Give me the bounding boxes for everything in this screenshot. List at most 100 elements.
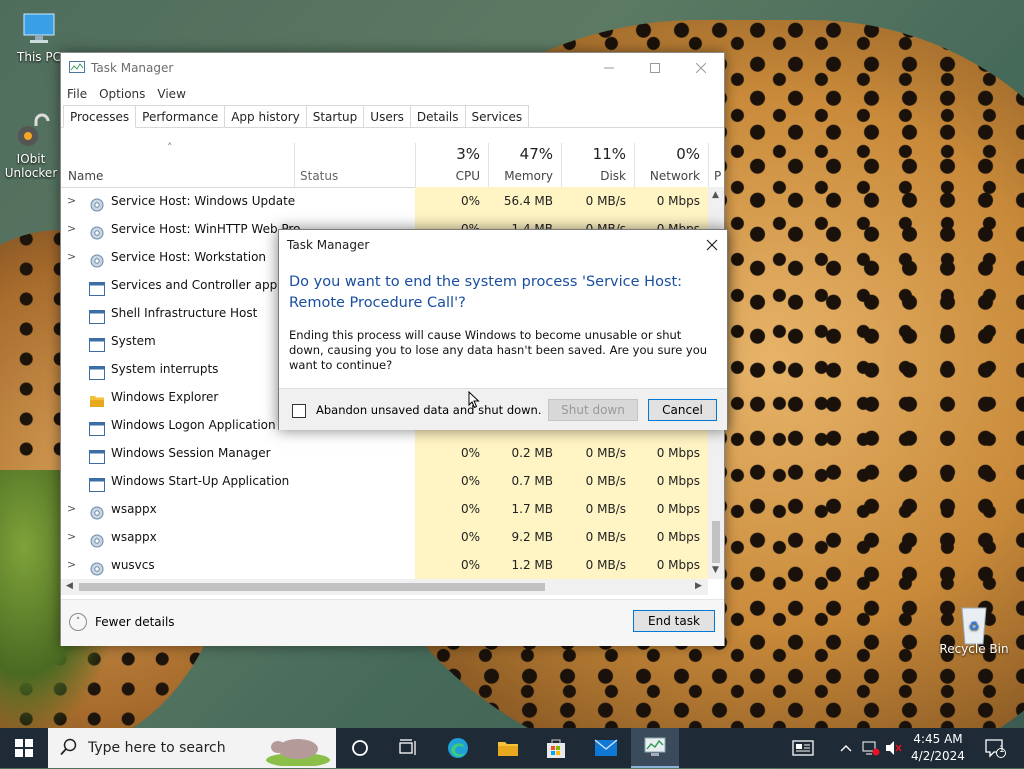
- network-disconnected-icon: [862, 741, 880, 756]
- expand-chevron-icon[interactable]: >: [67, 551, 79, 579]
- expand-chevron-icon[interactable]: [67, 355, 79, 383]
- cortana-circle-icon: [352, 740, 368, 756]
- table-row[interactable]: > wusvcs 0% 1.2 MB 0 MB/s 0 Mbps: [61, 551, 708, 579]
- expand-chevron-icon[interactable]: [67, 383, 79, 411]
- table-row[interactable]: > Service Host: Windows Update 0% 56.4 MB 0 …: [61, 187, 708, 215]
- expand-chevron-icon[interactable]: [67, 439, 79, 467]
- gear-icon: [89, 502, 105, 520]
- maximize-button[interactable]: [632, 53, 678, 83]
- column-disk[interactable]: 11% Disk: [561, 143, 635, 187]
- table-row[interactable]: Windows Start-Up Application 0% 0.7 MB 0 MB…: [61, 467, 708, 495]
- process-cpu: 0%: [415, 439, 488, 467]
- menu-options[interactable]: Options: [99, 87, 145, 101]
- task-manager-taskbar-button[interactable]: [631, 728, 679, 768]
- expand-chevron-icon[interactable]: [67, 271, 79, 299]
- scroll-up-arrow-icon[interactable]: ▲: [712, 190, 719, 200]
- scroll-down-arrow-icon[interactable]: ▼: [712, 565, 719, 575]
- process-memory: 56.4 MB: [488, 187, 561, 215]
- desktop-icon-recycle-bin[interactable]: ♻ Recycle Bin: [938, 602, 1010, 656]
- volume-button[interactable]: [884, 728, 904, 768]
- abandon-data-checkbox-label[interactable]: Abandon unsaved data and shut down.: [316, 403, 542, 417]
- search-icon: [60, 738, 78, 759]
- window-icon: [89, 362, 105, 380]
- process-memory: 1.7 MB: [488, 495, 561, 523]
- memory-percent: 47%: [519, 145, 553, 163]
- scroll-left-arrow-icon[interactable]: ◀: [66, 581, 73, 591]
- expand-chevron-icon[interactable]: >: [67, 495, 79, 523]
- process-network: 0 Mbps: [634, 551, 708, 579]
- volume-muted-icon: [886, 741, 902, 755]
- table-row[interactable]: Windows Session Manager 0% 0.2 MB 0 MB/s 0 M…: [61, 439, 708, 467]
- store-button[interactable]: [532, 728, 580, 768]
- abandon-data-checkbox[interactable]: [292, 404, 306, 418]
- expand-chevron-icon[interactable]: >: [67, 523, 79, 551]
- column-status[interactable]: Status: [294, 143, 416, 187]
- close-button[interactable]: [678, 53, 724, 83]
- cortana-button[interactable]: [336, 728, 384, 768]
- tab-services[interactable]: Services: [464, 105, 530, 127]
- end-task-button[interactable]: End task: [633, 610, 715, 632]
- window-icon: [89, 418, 105, 436]
- vertical-scroll-thumb[interactable]: [712, 521, 720, 563]
- cancel-button[interactable]: Cancel: [648, 399, 717, 421]
- title-bar[interactable]: Task Manager: [61, 53, 724, 83]
- process-name: System interrupts: [111, 362, 219, 376]
- taskbar-search-box[interactable]: Type here to search: [48, 728, 336, 768]
- clock-time: 4:45 AM: [913, 732, 963, 746]
- taskbar-clock[interactable]: 4:45 AM 4/2/2024: [904, 731, 972, 765]
- desktop-icon-iobit-unlocker[interactable]: IObit Unlocker: [0, 112, 62, 180]
- expand-chevron-icon[interactable]: [67, 327, 79, 355]
- edge-button[interactable]: [434, 728, 482, 768]
- action-center-button[interactable]: 1: [980, 728, 1010, 768]
- dialog-content-text: Ending this process will cause Windows t…: [289, 328, 708, 372]
- mail-button[interactable]: [582, 728, 630, 768]
- tab-performance[interactable]: Performance: [135, 105, 226, 127]
- table-row[interactable]: > wsappx 0% 9.2 MB 0 MB/s 0 Mbps: [61, 523, 708, 551]
- menu-view[interactable]: View: [157, 87, 185, 101]
- column-memory[interactable]: 47% Memory: [488, 143, 562, 187]
- fewer-details-button[interactable]: ˄ Fewer details: [69, 613, 175, 631]
- process-cpu: 0%: [415, 523, 488, 551]
- taskbar: Type here to search 4:45 AM 4/2/2024 1: [0, 728, 1024, 768]
- tab-app-history[interactable]: App history: [224, 105, 307, 127]
- network-status-button[interactable]: [860, 728, 882, 768]
- horizontal-scroll-thumb[interactable]: [79, 583, 545, 591]
- recycle-bin-icon: ♻: [955, 602, 993, 645]
- minimize-button[interactable]: [586, 53, 632, 83]
- tab-processes[interactable]: Processes: [63, 105, 137, 128]
- expand-chevron-icon[interactable]: [67, 411, 79, 439]
- scroll-right-arrow-icon[interactable]: ▶: [695, 581, 702, 591]
- tab-startup[interactable]: Startup: [305, 105, 365, 127]
- expand-chevron-icon[interactable]: [67, 299, 79, 327]
- column-name-label: Name: [68, 169, 104, 183]
- process-cpu: 0%: [415, 467, 488, 495]
- expand-chevron-icon[interactable]: [67, 467, 79, 495]
- expand-chevron-icon[interactable]: >: [67, 243, 79, 271]
- menu-file[interactable]: File: [67, 87, 87, 101]
- tab-users[interactable]: Users: [363, 105, 411, 127]
- column-power[interactable]: P: [708, 143, 724, 187]
- process-cpu: 0%: [415, 187, 488, 215]
- start-button[interactable]: [0, 728, 48, 768]
- notification-count: 1: [999, 745, 1005, 755]
- cpu-percent: 3%: [456, 145, 480, 163]
- process-name: Services and Controller app: [111, 278, 278, 292]
- tab-details[interactable]: Details: [409, 105, 466, 127]
- dialog-close-icon[interactable]: [703, 236, 721, 254]
- expand-chevron-icon[interactable]: >: [67, 215, 79, 243]
- news-widget-button[interactable]: [786, 728, 820, 768]
- expand-chevron-icon[interactable]: >: [67, 187, 79, 215]
- chevron-up-icon: ˄: [69, 613, 87, 631]
- show-hidden-icons-button[interactable]: [836, 728, 856, 768]
- task-view-button[interactable]: [384, 728, 432, 768]
- column-cpu[interactable]: 3% CPU: [415, 143, 489, 187]
- search-placeholder: Type here to search: [88, 740, 226, 756]
- column-name[interactable]: ˄ Name: [61, 141, 295, 187]
- file-explorer-button[interactable]: [484, 728, 532, 768]
- dialog-footer: Abandon unsaved data and shut down. Shut…: [279, 388, 727, 430]
- shut-down-button[interactable]: Shut down: [548, 399, 638, 421]
- table-row[interactable]: > wsappx 0% 1.7 MB 0 MB/s 0 Mbps: [61, 495, 708, 523]
- horizontal-scrollbar[interactable]: ◀ ▶: [61, 579, 708, 595]
- column-network[interactable]: 0% Network: [634, 143, 709, 187]
- column-status-label: Status: [300, 169, 339, 183]
